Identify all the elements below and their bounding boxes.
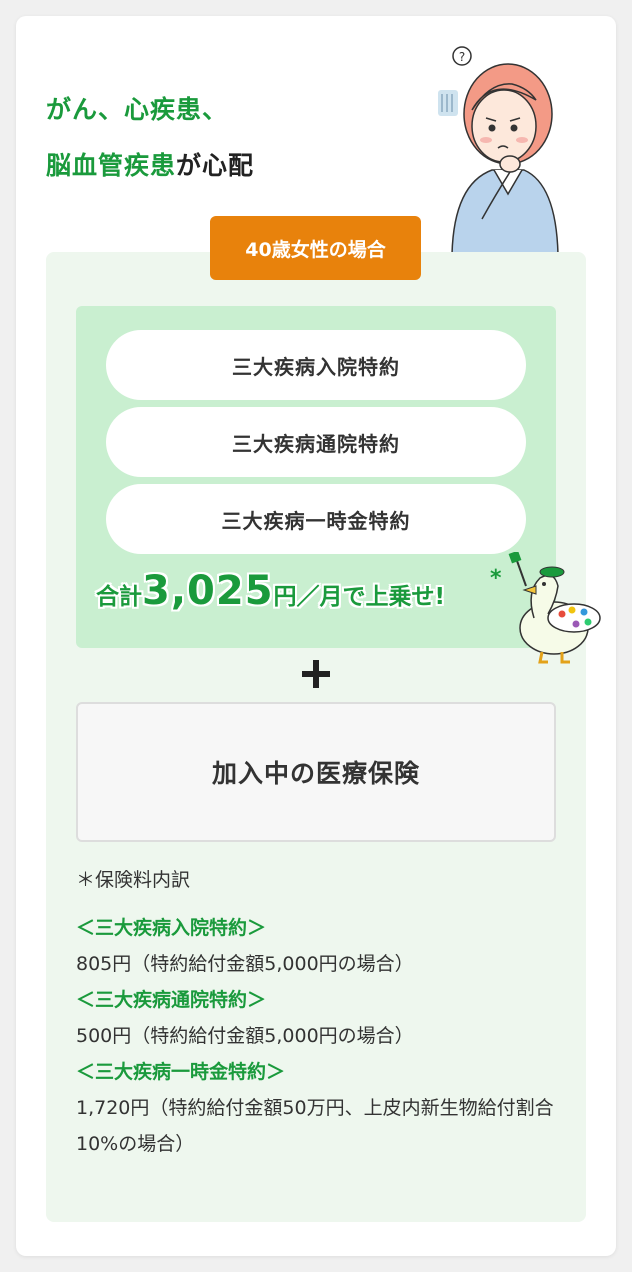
breakdown-label-lump-sum: ＜三大疾病一時金特約＞	[76, 1061, 286, 1083]
current-insurance-label: 加入中の医療保険	[211, 759, 420, 788]
breakdown-label-hospitalization: ＜三大疾病入院特約＞	[76, 917, 267, 939]
heading-line2-black: が心配	[176, 151, 255, 180]
rider-outpatient: 三大疾病通院特約	[106, 407, 526, 477]
page-heading: がん、心疾患、 脳血管疾患が心配	[46, 82, 254, 194]
rider-hospitalization: 三大疾病入院特約	[106, 330, 526, 400]
heading-line2-green: 脳血管疾患	[46, 151, 177, 180]
total-amount: 3,025	[142, 568, 274, 614]
goose-mascot-illustration	[508, 552, 601, 664]
current-insurance-box: 加入中の医療保険	[76, 702, 556, 842]
worried-woman-illustration: ?	[438, 46, 559, 254]
breakdown-value-hospitalization: 805円（特約給付金額5,000円の場合）	[76, 953, 414, 975]
premium-breakdown: ＊保険料内訳 ＜三大疾病入院特約＞ 805円（特約給付金額5,000円の場合） …	[76, 862, 566, 1162]
breakdown-label-outpatient: ＜三大疾病通院特約＞	[76, 989, 267, 1011]
total-prefix: 合計	[96, 584, 142, 610]
breakdown-value-outpatient: 500円（特約給付金額5,000円の場合）	[76, 1025, 414, 1047]
age-badge: 40歳女性の場合	[210, 216, 421, 280]
total-suffix: ／月で上乗せ!	[296, 584, 446, 610]
breakdown-value-lump-sum: 1,720円（特約給付金額50万円、上皮内新生物給付割合10%の場合）	[76, 1097, 554, 1155]
total-unit: 円	[273, 584, 297, 610]
svg-text:?: ?	[459, 50, 465, 64]
plus-icon	[302, 660, 330, 688]
breakdown-title: ＊保険料内訳	[76, 869, 191, 891]
heading-line1: がん、心疾患、	[46, 95, 229, 124]
total-premium: 合計 3,025 円 ／月で上乗せ!	[96, 568, 445, 628]
rider-lump-sum: 三大疾病一時金特約	[106, 484, 526, 554]
